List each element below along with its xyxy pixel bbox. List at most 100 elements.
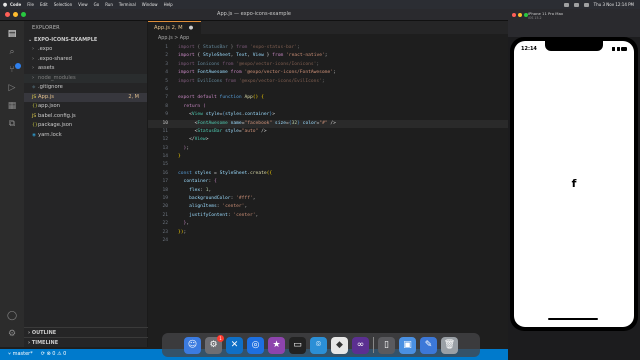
dock-vscode-icon[interactable]: ✕ xyxy=(226,336,243,354)
tab-app-js[interactable]: App.js 2, M ● xyxy=(148,21,202,34)
menu-window[interactable]: Window xyxy=(142,2,158,7)
dock-visual-studio-icon[interactable]: ∞ xyxy=(352,336,369,354)
minimize-simulator-button[interactable] xyxy=(518,13,522,17)
menu-edit[interactable]: Edit xyxy=(40,2,48,7)
battery-icon[interactable] xyxy=(573,2,579,7)
tree-item-expo-shared[interactable]: › .expo-shared xyxy=(24,55,147,65)
run-debug-icon[interactable]: ▷ xyxy=(7,83,17,93)
tree-item-label: node_modules xyxy=(38,74,76,81)
tree-item-label: assets xyxy=(38,65,55,71)
tree-item-node-modules[interactable]: › node_modules xyxy=(24,73,147,83)
tree-item-label: app.json xyxy=(38,103,61,109)
code-line: 21 justifyContent: 'center', xyxy=(148,212,508,220)
remote-explorer-icon[interactable]: ⧉ xyxy=(7,119,17,129)
dock-trash-icon[interactable]: 🗑 xyxy=(441,336,458,354)
editor-tab-bar: App.js 2, M ● xyxy=(148,21,508,34)
menu-file[interactable]: File xyxy=(27,2,34,7)
battery-icon xyxy=(621,47,627,51)
line-number: 10 xyxy=(162,120,168,126)
dock-downloads-icon[interactable]: ▣ xyxy=(399,336,416,354)
code-line: 7 export default function App() { xyxy=(148,94,508,102)
tree-item-expo[interactable]: › .expo xyxy=(24,45,147,55)
editor-area[interactable]: App.js 2, M ● App.js > App 1 import { Stat… xyxy=(148,21,508,347)
tree-item-package-json[interactable]: {}package.json xyxy=(24,121,147,131)
menu-help[interactable]: Help xyxy=(164,2,173,7)
dock-simulator-icon[interactable]: ▯ xyxy=(378,336,395,354)
phone-status-icons xyxy=(612,47,628,51)
tree-item-yarn-lock[interactable]: ◉ yarn.lock xyxy=(24,131,147,141)
apple-icon[interactable]: ● xyxy=(0,2,10,8)
tree-item-label: package.json xyxy=(38,122,73,128)
dock-xcode-icon[interactable]: ⌾ xyxy=(310,336,327,354)
tree-item-app-json[interactable]: {}app.json xyxy=(24,102,147,112)
outline-panel-header[interactable]: › OUTLINE xyxy=(24,327,148,337)
code-line: 24 xyxy=(148,237,508,245)
menu-view[interactable]: View xyxy=(78,2,88,7)
dock-app-store-icon[interactable]: ✎ xyxy=(420,336,437,354)
dock-settings-icon[interactable]: ⚙ 1 xyxy=(205,334,224,354)
timeline-panel-header[interactable]: › TIMELINE xyxy=(24,337,148,347)
phone-notch xyxy=(545,41,603,51)
code-line: 3 import Ionicons from '@expo/vector-icon… xyxy=(148,61,508,69)
line-number: 7 xyxy=(165,95,168,101)
dock-app-icon[interactable]: ◆ xyxy=(331,336,348,354)
search-icon[interactable]: ⌕ xyxy=(7,47,17,57)
tree-item-babel-config[interactable]: JS babel.config.js xyxy=(24,112,147,122)
code-line: 23}); xyxy=(148,229,508,237)
menu-run[interactable]: Run xyxy=(105,2,113,7)
close-tab-icon[interactable]: ● xyxy=(189,25,194,31)
phone-status-time: 12:14 xyxy=(521,46,537,52)
menu-bar-status-area: Thu 3 Nov 12:14 PM xyxy=(563,0,634,9)
branch-name: master* xyxy=(12,351,33,357)
code-line: 4 import FontAwesome from '@expo/vector-i… xyxy=(148,69,508,77)
breadcrumb[interactable]: App.js > App xyxy=(148,34,508,43)
menu-terminal[interactable]: Terminal xyxy=(119,2,136,7)
tree-item-label: App.js xyxy=(38,93,54,100)
file-tree: › .expo › .expo-shared › assets › node_modul… xyxy=(24,45,147,140)
code-line: 22 }, xyxy=(148,220,508,228)
simulator-window-controls xyxy=(512,13,528,17)
line-number: 8 xyxy=(165,103,168,109)
explorer-icon[interactable]: ▤ xyxy=(7,29,17,39)
project-folder-header[interactable]: ⌄ EXPO-ICONS-EXAMPLE xyxy=(24,35,147,45)
dock-finder-icon[interactable]: ☺ xyxy=(184,336,201,354)
dock-safari-icon[interactable]: ◎ xyxy=(247,336,264,354)
tree-item-label: yarn.lock xyxy=(38,131,62,138)
menu-selection[interactable]: Selection xyxy=(54,2,72,7)
line-number: 18 xyxy=(162,187,168,193)
tree-item-app-js[interactable]: JS App.js 2, M xyxy=(24,92,147,102)
settings-gear-icon[interactable]: ⚙ xyxy=(7,329,17,339)
line-number: 22 xyxy=(162,221,168,227)
menu-code[interactable]: Code xyxy=(10,2,21,7)
code-line: 17 container: { xyxy=(148,178,508,186)
problems-status[interactable]: ⟳ ⊗ 0 ⚠ 0 xyxy=(41,349,67,360)
close-simulator-button[interactable] xyxy=(512,13,516,17)
tree-item-label: babel.config.js xyxy=(38,112,76,119)
code-line: 6 xyxy=(148,86,508,94)
tree-item-label: .expo xyxy=(38,46,53,52)
control-center-icon[interactable] xyxy=(583,2,589,7)
line-number: 15 xyxy=(162,162,168,168)
code-editor[interactable]: 1 import { StatusBar } from 'expo-status-… xyxy=(148,44,508,245)
code-line: 20 alignItems: 'center', xyxy=(148,203,508,211)
line-number: 12 xyxy=(162,137,168,143)
home-indicator[interactable] xyxy=(548,318,598,320)
line-number: 14 xyxy=(162,154,168,160)
dock-terminal-icon[interactable]: ▭ xyxy=(289,336,306,354)
tree-item-assets[interactable]: › assets xyxy=(24,64,147,74)
git-branch-status[interactable]: ⑂ master* xyxy=(8,349,33,360)
code-line: 18 flex: 1, xyxy=(148,187,508,195)
code-line: 19 backgroundColor: '#fff', xyxy=(148,195,508,203)
code-line: 12 </View> xyxy=(148,136,508,144)
wifi-icon[interactable] xyxy=(563,2,569,7)
facebook-icon[interactable]: f xyxy=(568,177,580,191)
menu-go[interactable]: Go xyxy=(94,2,100,7)
dock-editor-icon[interactable]: ★ xyxy=(268,336,285,354)
tree-item-gitignore[interactable]: ◆ .gitignore xyxy=(24,83,147,93)
line-number: 21 xyxy=(162,212,168,218)
activity-bar: ▤ ⌕ ⑂ ▷ ▦ ⧉ ◯ ⚙ xyxy=(0,21,24,347)
code-line: 13 ); xyxy=(148,145,508,153)
extensions-icon[interactable]: ▦ xyxy=(7,101,17,111)
menu-bar-clock[interactable]: Thu 3 Nov 12:14 PM xyxy=(594,2,634,7)
account-icon[interactable]: ◯ xyxy=(7,311,17,321)
